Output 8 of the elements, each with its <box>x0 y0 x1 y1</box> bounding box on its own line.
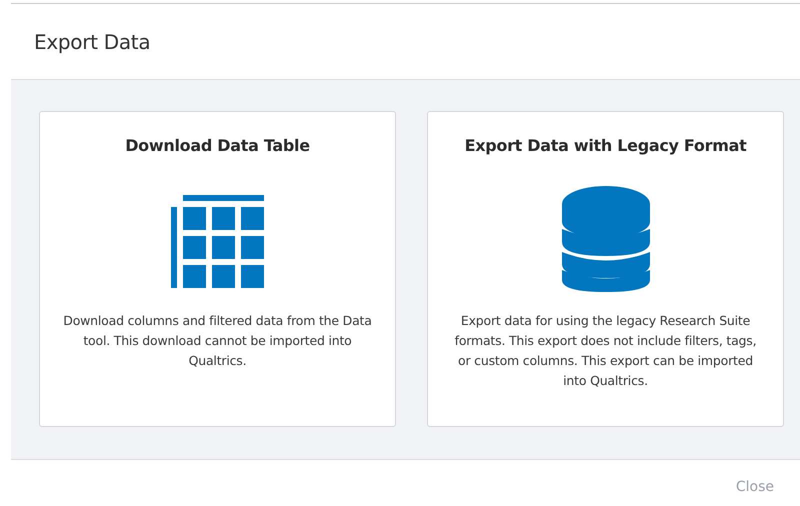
option-description: Export data for using the legacy Research Suite formats. This export does not include filters, tags, or custom columns. This export can be imported into Qualtrics. <box>454 312 758 390</box>
export-option-card[interactable]: Export Data with Legacy Format Export data for using the legacy Research Suite formats. This export does not include filters, tags, or custom columns. This export can be imported into Qualtrics. <box>427 111 784 427</box>
table-icon <box>171 194 264 288</box>
export-option-card[interactable]: Download Data Table Download columns and filtered data from the Data tool. This download cannot be imported into Qualtrics. <box>39 111 396 427</box>
dialog-title: Export Data <box>34 30 150 54</box>
option-description: Download columns and filtered data from the Data tool. This download cannot be imported into Qualtrics. <box>62 312 373 370</box>
option-title: Export Data with Legacy Format <box>464 136 746 155</box>
option-title: Download Data Table <box>125 136 310 155</box>
